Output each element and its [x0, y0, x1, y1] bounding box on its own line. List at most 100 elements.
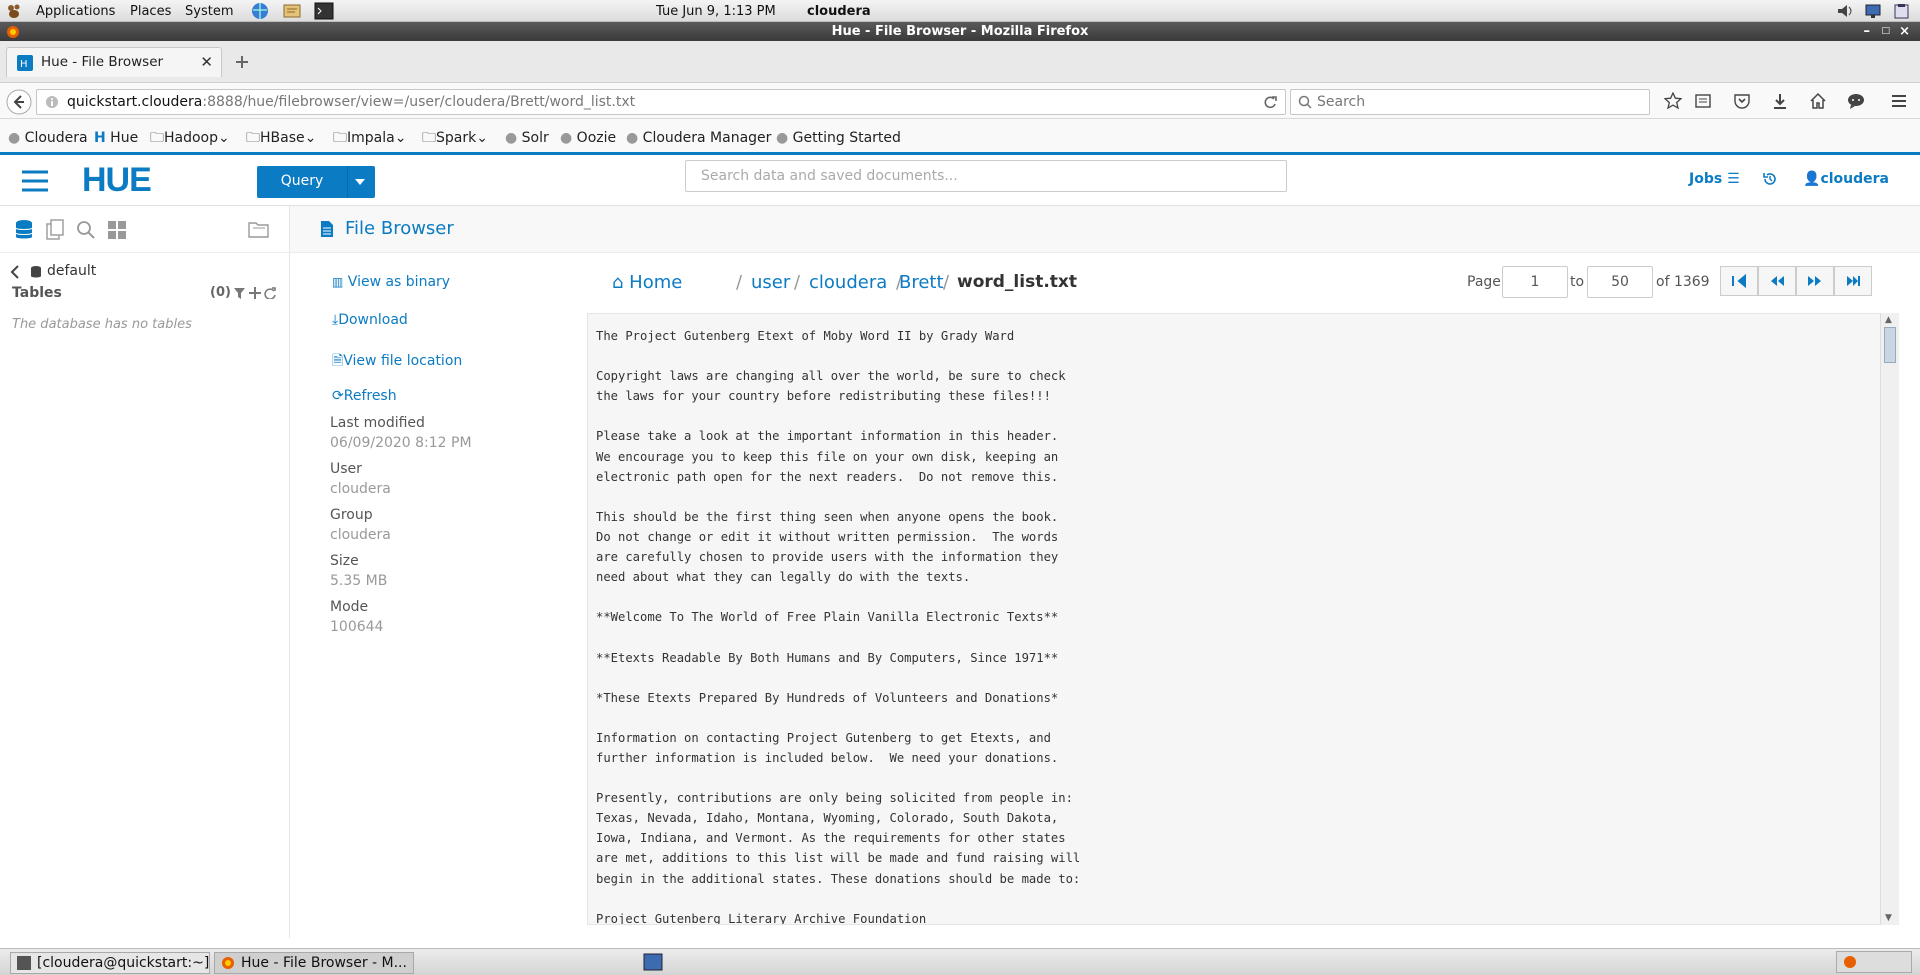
reading-list-icon[interactable] — [1694, 92, 1712, 110]
workspace-icon[interactable] — [643, 953, 663, 971]
group-value: cloudera — [330, 527, 391, 543]
previous-page-button[interactable] — [1758, 266, 1796, 296]
bookmark-label: Getting Started — [792, 130, 901, 146]
query-button[interactable]: Query — [257, 166, 375, 198]
search-icon — [1298, 95, 1312, 109]
menu-places[interactable]: Places — [130, 3, 171, 20]
hue-menu-icon[interactable] — [22, 170, 48, 192]
database-icon[interactable] — [14, 219, 34, 241]
browser-tab-label: Hue - File Browser — [41, 54, 164, 70]
hue-logo[interactable]: HUE — [82, 161, 152, 200]
breadcrumb-cloudera[interactable]: cloudera — [809, 272, 887, 293]
jobs-button[interactable]: Jobs ☰ — [1689, 171, 1740, 187]
user-menu[interactable]: 👤cloudera — [1803, 171, 1889, 187]
site-info-icon[interactable] — [45, 95, 59, 109]
new-tab-icon[interactable] — [234, 54, 250, 70]
mode-label: Mode — [330, 599, 369, 615]
bookmark-star-icon[interactable] — [1664, 92, 1682, 110]
volume-icon[interactable] — [1836, 3, 1856, 19]
home-icon[interactable] — [1809, 92, 1827, 110]
bookmark-hue[interactable]: H Hue — [94, 128, 138, 148]
history-icon[interactable] — [1762, 171, 1778, 187]
bookmark-solr[interactable]: ● Solr — [505, 128, 549, 148]
file-icon — [320, 220, 334, 238]
chevron-down-icon: ⌄ — [476, 130, 488, 146]
file-content-viewer[interactable]: The Project Gutenberg Etext of Moby Word… — [587, 313, 1899, 925]
bookmark-label: Cloudera — [24, 130, 88, 146]
refresh-link[interactable]: ⟳Refresh — [332, 388, 397, 404]
globe-launcher-icon[interactable] — [250, 2, 270, 20]
clipboard-icon[interactable] — [1892, 3, 1912, 19]
taskbar-firefox[interactable]: Hue - File Browser - M... — [214, 952, 414, 974]
workspace-switcher[interactable] — [1836, 951, 1912, 973]
browser-tab-active[interactable]: H Hue - File Browser ✕ — [6, 47, 222, 77]
breadcrumb-home[interactable]: ⌂ Home — [612, 272, 682, 293]
taskbar-terminal[interactable]: [cloudera@quickstart:~] — [10, 952, 210, 974]
page-to-input[interactable]: 50 — [1587, 266, 1653, 298]
terminal-launcher-icon[interactable] — [314, 2, 334, 20]
breadcrumb-user[interactable]: user — [751, 272, 790, 293]
menu-system[interactable]: System — [185, 3, 233, 20]
refresh-small-icon[interactable] — [264, 287, 276, 299]
first-page-button[interactable] — [1720, 266, 1758, 296]
browser-search-input[interactable]: Search — [1290, 89, 1650, 115]
view-as-binary-link[interactable]: ▥ View as binary — [332, 274, 450, 290]
url-bar[interactable]: quickstart.cloudera:8888/hue/filebrowser… — [36, 89, 1286, 115]
tables-heading: Tables — [12, 285, 62, 301]
bottom-taskbar: [cloudera@quickstart:~] Hue - File Brows… — [0, 948, 1920, 975]
pocket-icon[interactable] — [1733, 92, 1751, 110]
assist-panel: default Tables (0) The database has no t… — [0, 206, 290, 938]
network-icon[interactable] — [1864, 3, 1884, 19]
hue-search-input[interactable]: Search data and saved documents... — [685, 160, 1287, 192]
scroll-down-icon[interactable]: ▼ — [1885, 913, 1892, 923]
grid-icon[interactable] — [107, 219, 127, 241]
user-menu-label: cloudera — [1820, 171, 1889, 187]
last-page-button[interactable] — [1834, 266, 1872, 296]
downloads-icon[interactable] — [1771, 92, 1789, 110]
scrollbar-thumb[interactable] — [1884, 327, 1896, 363]
folder-open-icon[interactable] — [248, 219, 270, 239]
minimize-icon[interactable]: – — [1864, 22, 1871, 41]
panel-user[interactable]: cloudera — [807, 3, 871, 20]
next-page-button[interactable] — [1796, 266, 1834, 296]
maximize-icon[interactable]: □ — [1881, 22, 1890, 41]
documents-icon[interactable] — [45, 219, 65, 241]
database-name[interactable]: default — [47, 263, 96, 279]
bookmark-folder-spark[interactable]: 🗀Spark⌄ — [422, 128, 488, 148]
menu-applications[interactable]: Applications — [36, 3, 115, 20]
terminal-small-icon — [17, 956, 31, 970]
scroll-up-icon[interactable]: ▲ — [1885, 315, 1892, 325]
breadcrumb-home-label: Home — [629, 272, 683, 293]
bookmark-folder-impala[interactable]: 🗀Impala⌄ — [333, 128, 406, 148]
back-button[interactable] — [6, 89, 32, 115]
hamburger-menu-icon[interactable] — [1890, 92, 1908, 110]
view-file-location-link[interactable]: 🗎View file location — [332, 350, 462, 374]
bookmark-getting-started[interactable]: ● Getting Started — [776, 128, 901, 148]
search-assist-icon[interactable] — [76, 219, 96, 241]
close-tab-icon[interactable]: ✕ — [200, 48, 213, 76]
panel-clock[interactable]: Tue Jun 9, 1:13 PM — [656, 3, 776, 20]
bookmark-folder-hbase[interactable]: 🗀HBase⌄ — [246, 128, 316, 148]
page-from-input[interactable]: 1 — [1502, 266, 1568, 298]
folder-icon: 🗀 — [333, 130, 347, 146]
file-browser-main: File Browser ▥ View as binary ⤓Download … — [290, 206, 1920, 938]
breadcrumb-brett[interactable]: Brett — [899, 272, 944, 293]
content-scrollbar[interactable]: ▲ ▼ — [1880, 313, 1899, 925]
bookmark-label: HBase — [260, 130, 305, 146]
reload-icon[interactable] — [1263, 95, 1277, 109]
chat-icon[interactable] — [1847, 92, 1865, 110]
add-icon[interactable] — [249, 287, 261, 299]
filter-icon[interactable] — [234, 288, 245, 299]
bookmark-folder-hadoop[interactable]: 🗀Hadoop⌄ — [150, 128, 230, 148]
bookmark-cloudera[interactable]: ● Cloudera — [8, 128, 88, 148]
close-window-icon[interactable]: × — [1899, 22, 1910, 41]
bookmark-label: Cloudera Manager — [642, 130, 772, 146]
bookmark-oozie[interactable]: ● Oozie — [560, 128, 616, 148]
user-value: cloudera — [330, 481, 391, 497]
back-chevron-icon[interactable] — [10, 265, 20, 279]
forward-icon — [1808, 276, 1821, 286]
caret-down-icon[interactable] — [354, 178, 366, 186]
notes-launcher-icon[interactable] — [282, 2, 302, 20]
download-link[interactable]: ⤓Download — [332, 312, 408, 328]
bookmark-cloudera-manager[interactable]: ● Cloudera Manager — [626, 128, 771, 148]
